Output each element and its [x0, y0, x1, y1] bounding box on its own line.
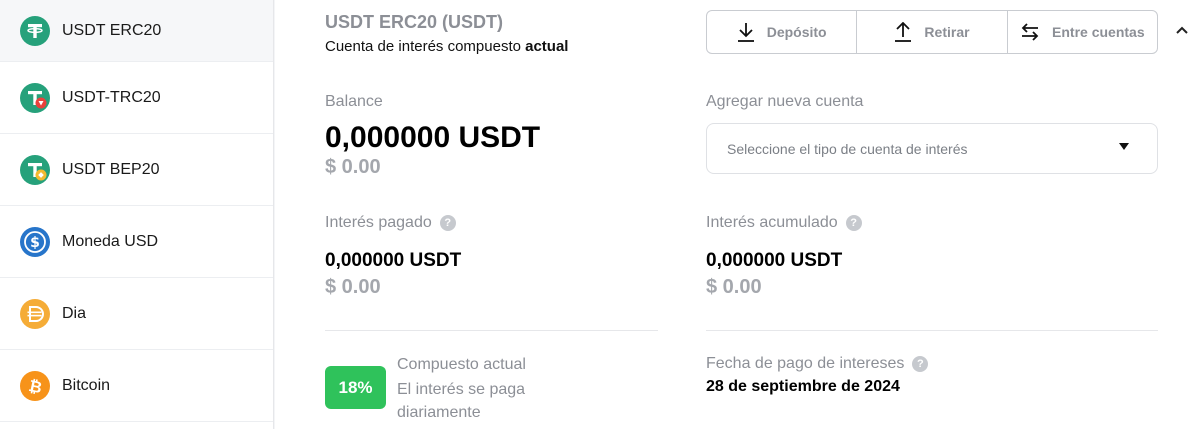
withdraw-label: Retirar: [924, 24, 970, 40]
account-type-select[interactable]: Seleccione el tipo de cuenta de interés: [706, 123, 1158, 174]
collapse-icon[interactable]: [1175, 22, 1189, 40]
balance-usd: $ 0.00: [325, 156, 381, 178]
transfer-arrows-icon: [1021, 23, 1039, 41]
sidebar-item-label: USDT BEP20: [62, 160, 160, 178]
tether-trc20-icon: [20, 82, 50, 113]
dai-icon: [20, 298, 50, 329]
interest-paid-amount: 0,000000 USDT: [325, 250, 462, 271]
rate-description: El interés se paga diariamente: [397, 381, 526, 421]
tether-bep20-icon: [20, 154, 50, 185]
sidebar-item-moneda-usd[interactable]: $ Moneda USD: [0, 206, 273, 278]
help-icon[interactable]: ?: [912, 356, 929, 372]
sidebar-item-usdt-trc20[interactable]: USDT-TRC20: [0, 62, 273, 134]
sidebar-item-label: Moneda USD: [62, 232, 159, 250]
sidebar-item-dia[interactable]: Dia: [0, 278, 273, 350]
interest-accrued-label: Interés acumulado ?: [706, 214, 862, 232]
new-account-label: Agregar nueva cuenta: [706, 93, 864, 110]
divider: [325, 330, 658, 331]
action-buttons: Depósito Retirar Entre cuentas: [706, 10, 1158, 54]
page-subtitle: Cuenta de interés compuesto actual: [325, 38, 568, 55]
interest-accrued-amount: 0,000000 USDT: [706, 250, 843, 271]
svg-text:$: $: [30, 235, 40, 251]
sidebar-item-label: Dia: [62, 304, 87, 322]
sidebar-item-label: Bitcoin: [62, 376, 111, 394]
help-icon[interactable]: ?: [439, 215, 456, 231]
tether-icon: [20, 15, 50, 46]
interest-paid-label: Interés pagado ?: [325, 214, 456, 232]
caret-down-icon: [1119, 143, 1129, 150]
interest-accrued-text: Interés acumulado: [706, 214, 838, 231]
sidebar-item-label: USDT-TRC20: [62, 88, 161, 106]
app: USDT ERC20 USDT-TRC20 USDT BEP20 $ Moned…: [0, 0, 1200, 429]
account-panel: USDT ERC20 (USDT) Cuenta de interés comp…: [275, 0, 1200, 429]
deposit-label: Depósito: [766, 24, 827, 40]
interest-paid-text: Interés pagado: [325, 214, 432, 231]
payment-date-label: Fecha de pago de intereses ?: [706, 355, 929, 373]
upload-icon: [895, 22, 912, 42]
payment-date-value: 28 de septiembre de 2024: [706, 378, 900, 395]
interest-rate-badge: 18%: [325, 366, 386, 409]
subtitle-text: Cuenta de interés compuesto: [325, 38, 521, 55]
sidebar-item-usdt-bep20[interactable]: USDT BEP20: [0, 134, 273, 206]
balance-amount: 0,000000 USDT: [325, 121, 541, 154]
transfer-button[interactable]: Entre cuentas: [1008, 11, 1157, 53]
page-title: USDT ERC20 (USDT): [325, 12, 504, 32]
payment-date-text: Fecha de pago de intereses: [706, 355, 905, 372]
interest-paid-usd: $ 0.00: [325, 276, 381, 298]
subtitle-bold: actual: [525, 38, 569, 55]
usd-coin-icon: $: [20, 226, 50, 257]
select-placeholder: Seleccione el tipo de cuenta de interés: [727, 140, 968, 157]
divider: [706, 330, 1158, 331]
balance-label: Balance: [325, 93, 383, 110]
sidebar-item-usdt-erc20[interactable]: USDT ERC20: [0, 0, 273, 62]
sidebar: USDT ERC20 USDT-TRC20 USDT BEP20 $ Moned…: [0, 0, 274, 429]
rate-title: Compuesto actual: [397, 356, 526, 373]
bitcoin-icon: ₿: [20, 370, 50, 401]
download-icon: [737, 23, 754, 42]
withdraw-button[interactable]: Retirar: [857, 11, 1008, 53]
sidebar-item-label: USDT ERC20: [62, 21, 162, 39]
help-icon[interactable]: ?: [845, 215, 862, 231]
interest-accrued-usd: $ 0.00: [706, 276, 762, 298]
sidebar-item-bitcoin[interactable]: ₿ Bitcoin: [0, 350, 273, 422]
deposit-button[interactable]: Depósito: [707, 11, 858, 53]
transfer-label: Entre cuentas: [1052, 24, 1145, 40]
